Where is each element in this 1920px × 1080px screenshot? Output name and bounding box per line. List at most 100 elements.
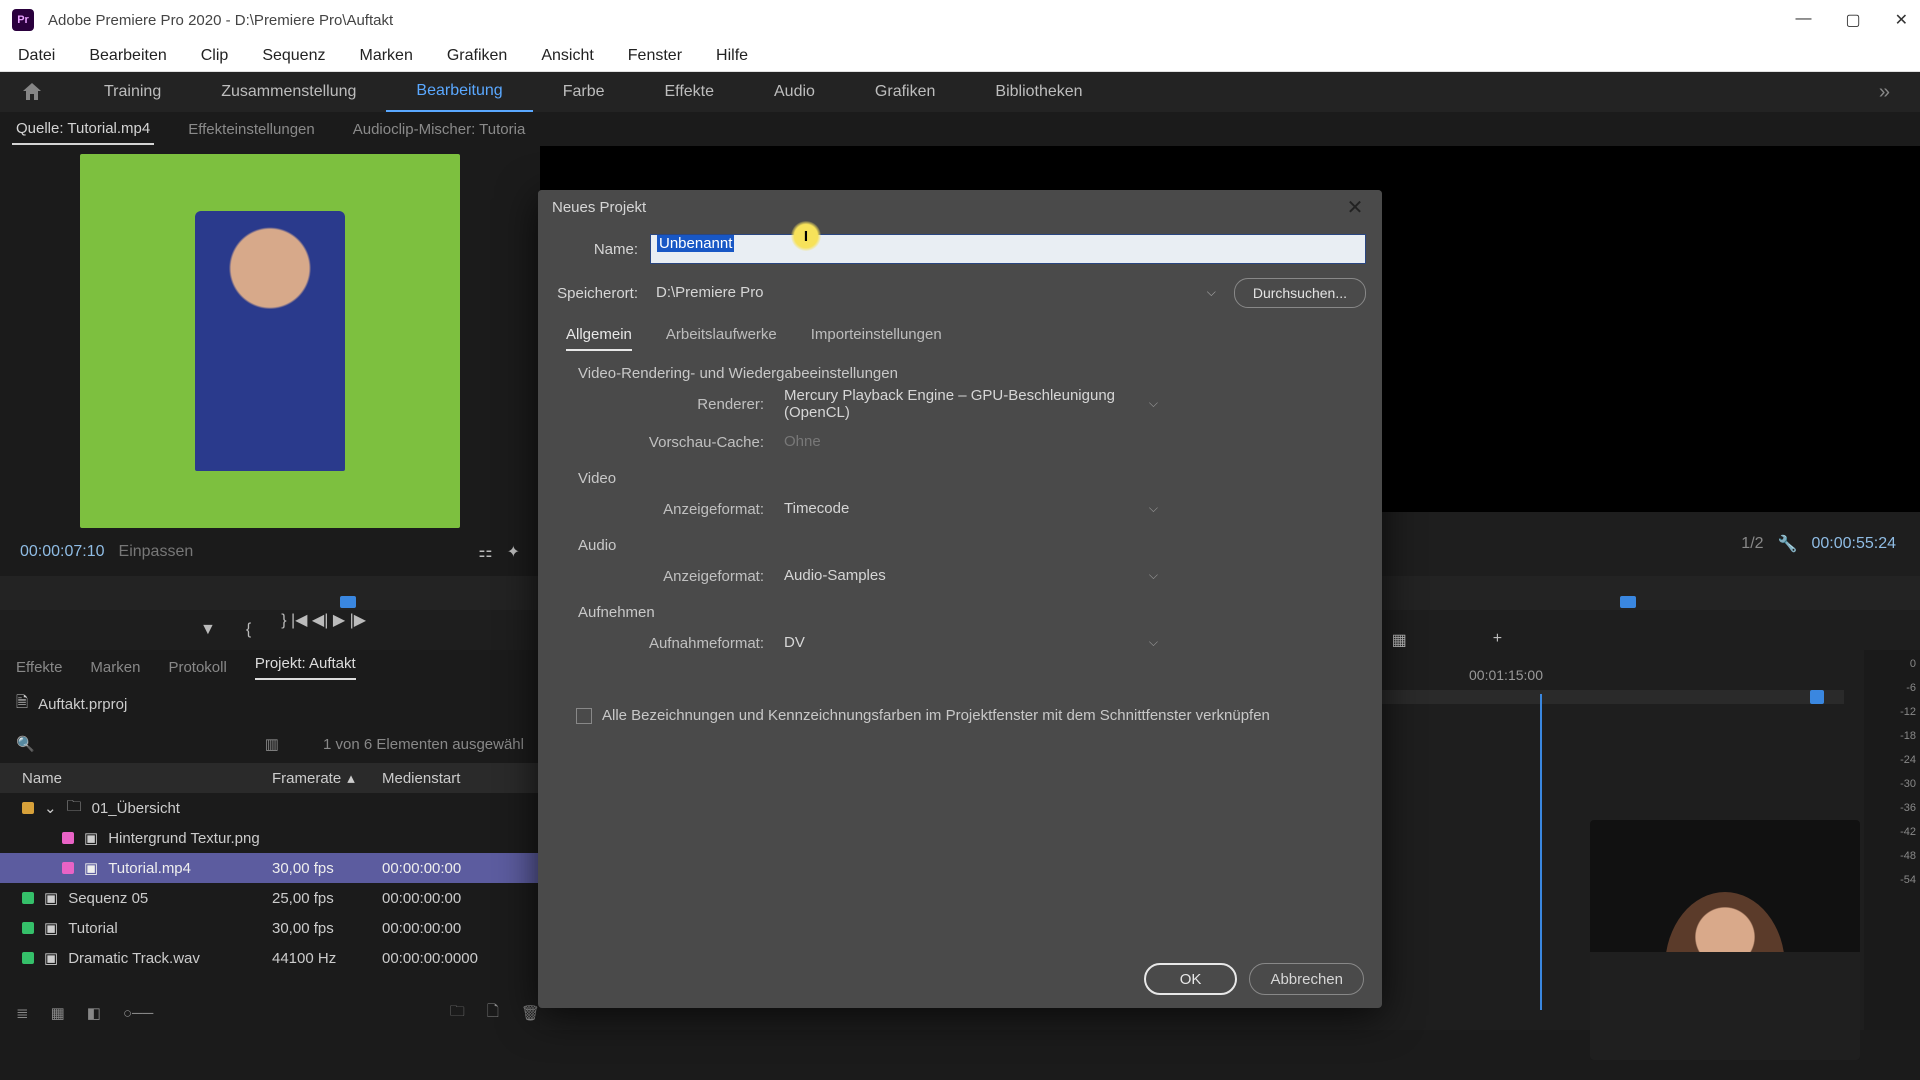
wrench-icon[interactable]: 🔧 — [1778, 534, 1798, 554]
menu-clip[interactable]: Clip — [191, 43, 239, 69]
play-icon[interactable]: ▶ — [333, 612, 345, 629]
item-fps: 25,00 fps — [272, 890, 382, 907]
ws-zusammenstellung[interactable]: Zusammenstellung — [191, 73, 386, 111]
search-icon[interactable]: 🔍 — [16, 735, 35, 753]
link-labels-checkbox[interactable]: Alle Bezeichnungen und Kennzeichnungsfar… — [576, 707, 1356, 724]
project-table-header[interactable]: Name Framerate ▴ Medienstart — [0, 763, 540, 793]
project-name-input[interactable]: Unbenannt I — [650, 234, 1366, 264]
location-label: Speicherort: — [554, 285, 638, 302]
minimize-icon[interactable]: — — [1795, 10, 1811, 30]
vu-tick: -24 — [1900, 754, 1916, 768]
menu-datei[interactable]: Datei — [8, 43, 65, 69]
menu-bearbeiten[interactable]: Bearbeiten — [79, 43, 176, 69]
ptab-effekte[interactable]: Effekte — [16, 659, 62, 676]
cancel-button[interactable]: Abbrechen — [1249, 963, 1364, 995]
add-marker-icon[interactable]: ▼ — [200, 621, 216, 639]
ws-audio[interactable]: Audio — [744, 73, 845, 111]
tab-audio-mixer[interactable]: Audioclip-Mischer: Tutoria — [349, 115, 530, 144]
modal-tab-arbeitslaufwerke[interactable]: Arbeitslaufwerke — [666, 326, 777, 351]
goto-in-icon[interactable]: |◀ — [291, 612, 307, 629]
sort-asc-icon[interactable]: ▴ — [347, 769, 355, 787]
ws-farbe[interactable]: Farbe — [533, 73, 635, 111]
program-zoom[interactable]: 1/2 — [1741, 535, 1763, 553]
step-fwd-icon[interactable]: |▶ — [350, 612, 366, 629]
project-row[interactable]: ▣Sequenz 0525,00 fps00:00:00:00 — [0, 883, 540, 913]
th-framerate[interactable]: Framerate ▴ — [272, 769, 382, 787]
th-medienstart[interactable]: Medienstart — [382, 770, 460, 787]
selection-count: 1 von 6 Elementen ausgewähl — [323, 736, 524, 753]
modal-tab-importeinstellungen[interactable]: Importeinstellungen — [811, 326, 942, 351]
vu-tick: -48 — [1900, 850, 1916, 864]
item-start: 00:00:00:00 — [382, 920, 461, 937]
bin-icon[interactable]: ▥ — [265, 735, 279, 753]
menu-sequenz[interactable]: Sequenz — [252, 43, 335, 69]
ptab-protokoll[interactable]: Protokoll — [168, 659, 226, 676]
checkbox-icon[interactable] — [576, 708, 592, 724]
th-name[interactable]: Name — [22, 770, 272, 787]
item-fps: 44100 Hz — [272, 950, 382, 967]
close-window-icon[interactable]: ✕ — [1895, 10, 1908, 30]
collapse-icon[interactable]: ⌄ — [44, 799, 57, 817]
menubar: Datei Bearbeiten Clip Sequenz Marken Gra… — [0, 40, 1920, 72]
location-dropdown[interactable]: D:\Premiere Pro ⌵ — [650, 279, 1222, 307]
menu-ansicht[interactable]: Ansicht — [531, 43, 603, 69]
tab-source[interactable]: Quelle: Tutorial.mp4 — [12, 114, 154, 145]
label-color-swatch — [22, 892, 34, 904]
ws-training[interactable]: Training — [74, 73, 191, 111]
ws-effekte[interactable]: Effekte — [634, 73, 744, 111]
ws-bearbeitung[interactable]: Bearbeitung — [386, 72, 532, 112]
modal-tab-allgemein[interactable]: Allgemein — [566, 326, 632, 351]
vu-tick: 0 — [1910, 658, 1916, 672]
source-panel-tabs: Quelle: Tutorial.mp4 Effekteinstellungen… — [0, 112, 1920, 146]
new-bin-icon[interactable]: 🗀 — [450, 1001, 465, 1026]
capture-format-label: Aufnahmeformat: — [614, 635, 764, 652]
source-timecode[interactable]: 00:00:07:10 — [20, 543, 105, 561]
list-view-icon[interactable]: ≣ — [16, 1004, 29, 1022]
program-timecode[interactable]: 00:00:55:24 — [1811, 535, 1896, 553]
timeline-playhead[interactable] — [1810, 690, 1824, 704]
ok-button[interactable]: OK — [1144, 963, 1238, 995]
ptab-marken[interactable]: Marken — [90, 659, 140, 676]
source-overlay-icon[interactable]: ✦ — [507, 542, 520, 562]
source-settings-icon[interactable]: ⚏ — [478, 542, 492, 562]
zoom-slider[interactable]: ○── — [123, 1005, 153, 1022]
menu-grafiken[interactable]: Grafiken — [437, 43, 517, 69]
comparison-icon[interactable]: ▦ — [1392, 630, 1407, 650]
maximize-icon[interactable]: ▢ — [1845, 10, 1860, 30]
close-icon[interactable]: ✕ — [1342, 194, 1368, 220]
renderer-dropdown[interactable]: Mercury Playback Engine – GPU-Beschleuni… — [776, 390, 1166, 418]
video-format-dropdown[interactable]: Timecode ⌵ — [776, 495, 1166, 523]
mark-in-icon[interactable]: { — [246, 621, 251, 639]
tab-effect-controls[interactable]: Effekteinstellungen — [184, 115, 318, 144]
audio-format-label: Anzeigeformat: — [614, 568, 764, 585]
project-row[interactable]: ▣Dramatic Track.wav44100 Hz00:00:00:0000 — [0, 943, 540, 973]
icon-view-icon[interactable]: ▦ — [51, 1004, 65, 1022]
window-titlebar: Pr Adobe Premiere Pro 2020 - D:\Premiere… — [0, 0, 1920, 40]
ptab-projekt[interactable]: Projekt: Auftakt — [255, 655, 356, 680]
source-video[interactable] — [80, 154, 460, 528]
source-fit-dropdown[interactable]: Einpassen — [119, 543, 194, 561]
project-row[interactable]: ▣Tutorial.mp430,00 fps00:00:00:00 — [0, 853, 540, 883]
step-back-icon[interactable]: ◀| — [312, 612, 328, 629]
project-row[interactable]: ▣Tutorial30,00 fps00:00:00:00 — [0, 913, 540, 943]
project-row[interactable]: ⌄🗀01_Übersicht — [0, 793, 540, 823]
home-icon[interactable] — [20, 80, 44, 104]
project-row[interactable]: ▣Hintergrund Textur.png — [0, 823, 540, 853]
app-logo: Pr — [12, 9, 34, 31]
menu-marken[interactable]: Marken — [349, 43, 422, 69]
add-button-icon[interactable]: + — [1493, 630, 1502, 650]
ws-bibliotheken[interactable]: Bibliotheken — [965, 73, 1112, 111]
program-playhead[interactable] — [1620, 596, 1636, 608]
source-playhead[interactable] — [340, 596, 356, 608]
menu-hilfe[interactable]: Hilfe — [706, 43, 758, 69]
ws-grafiken[interactable]: Grafiken — [845, 73, 965, 111]
audio-format-dropdown[interactable]: Audio-Samples ⌵ — [776, 562, 1166, 590]
playhead-line[interactable] — [1540, 694, 1542, 1010]
item-name: Tutorial.mp4 — [108, 860, 191, 877]
menu-fenster[interactable]: Fenster — [618, 43, 692, 69]
browse-button[interactable]: Durchsuchen... — [1234, 278, 1366, 308]
capture-format-dropdown[interactable]: DV ⌵ — [776, 629, 1166, 657]
ws-overflow-icon[interactable]: » — [1879, 81, 1890, 104]
new-item-icon[interactable]: 🗋 — [487, 1001, 499, 1026]
freeform-view-icon[interactable]: ◧ — [87, 1004, 101, 1022]
